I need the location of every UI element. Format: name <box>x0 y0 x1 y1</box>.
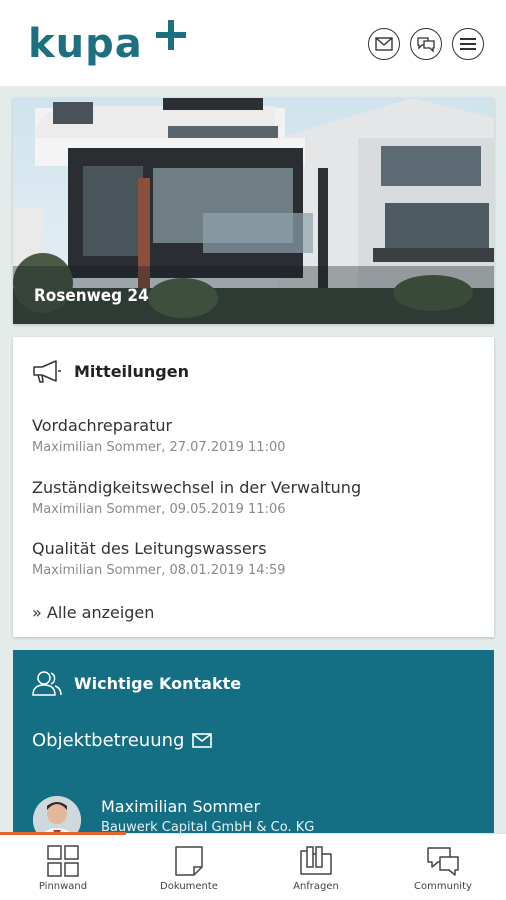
person-icon <box>32 671 62 696</box>
document-icon <box>175 846 203 876</box>
envelope-icon <box>192 733 213 748</box>
tab-pinnwand[interactable]: Pinnwand <box>0 834 126 900</box>
contact-person[interactable]: Maximilian Sommer Bauwerk Capital GmbH &… <box>101 797 314 837</box>
tab-anfragen[interactable]: Anfragen <box>253 834 379 900</box>
contacts-card: Wichtige Kontakte Objektbetreuung Maximi… <box>13 650 494 844</box>
message-item[interactable]: Vordachreparatur Maximilian Sommer, 27.0… <box>32 416 286 457</box>
messages-title: Mitteilungen <box>74 361 189 381</box>
grid-icon <box>47 845 79 877</box>
chat-icon <box>417 37 435 53</box>
message-title: Vordachreparatur <box>32 416 173 435</box>
property-title: Rosenweg 24 <box>34 286 149 306</box>
kupa-logo[interactable]: kupa <box>28 18 198 70</box>
message-item[interactable]: Zuständigkeitswechsel in der Verwaltung … <box>32 478 361 519</box>
app-header: kupa <box>0 0 506 86</box>
tab-dokumente[interactable]: Dokumente <box>126 834 252 900</box>
message-meta: Maximilian Sommer, 09.05.2019 11:06 <box>32 502 286 517</box>
logo-text: kupa <box>28 21 143 67</box>
contacts-subtitle: Objektbetreuung <box>32 730 185 751</box>
logo-plus-icon <box>156 20 186 50</box>
message-meta: Maximilian Sommer, 27.07.2019 11:00 <box>32 440 286 455</box>
bottom-tab-bar: Pinnwand Dokumente Anfragen Community <box>0 832 506 900</box>
property-card[interactable]: Rosenweg 24 <box>13 98 494 324</box>
tab-label: Anfragen <box>293 881 339 892</box>
contact-name: Maximilian Sommer <box>101 797 261 816</box>
message-meta: Maximilian Sommer, 08.01.2019 14:59 <box>32 563 286 578</box>
inquiry-icon <box>300 846 332 875</box>
community-icon <box>427 847 459 876</box>
tab-label: Dokumente <box>160 881 218 892</box>
messages-card: Mitteilungen Vordachreparatur Maximilian… <box>13 337 494 637</box>
tab-label: Pinnwand <box>38 881 88 892</box>
megaphone-icon <box>33 360 61 383</box>
message-item[interactable]: Qualität des Leitungswassers Maximilian … <box>32 539 286 580</box>
menu-icon <box>460 38 476 50</box>
messages-header: Mitteilungen <box>32 359 189 383</box>
contacts-title: Wichtige Kontakte <box>74 673 242 693</box>
chat-button[interactable] <box>410 28 442 60</box>
show-all-link[interactable]: » Alle anzeigen <box>32 603 154 622</box>
property-management-link[interactable]: Objektbetreuung <box>32 730 213 751</box>
tab-label: Community <box>414 881 472 892</box>
message-title: Qualität des Leitungswassers <box>32 539 267 558</box>
menu-button[interactable] <box>452 28 484 60</box>
tab-community[interactable]: Community <box>380 834 506 900</box>
contacts-header: Wichtige Kontakte <box>32 670 241 696</box>
mail-button[interactable] <box>368 28 400 60</box>
message-title: Zuständigkeitswechsel in der Verwaltung <box>32 478 362 497</box>
mail-icon <box>375 37 393 51</box>
